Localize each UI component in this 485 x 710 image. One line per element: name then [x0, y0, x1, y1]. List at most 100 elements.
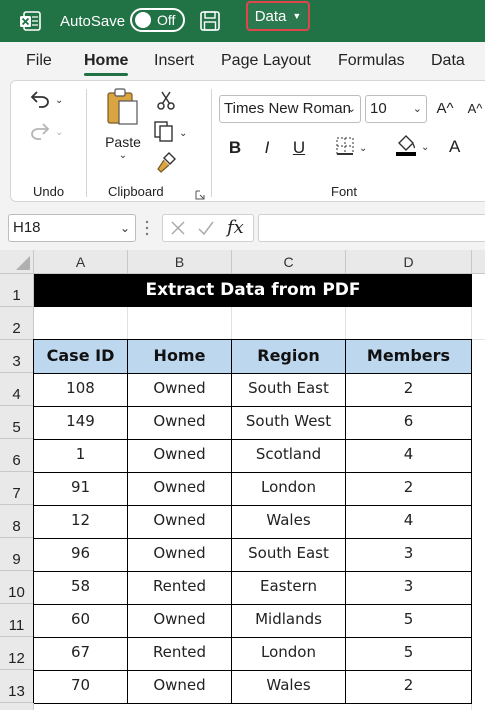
table-cell-case-id[interactable]: 91 [34, 473, 128, 506]
copy-button[interactable]: ⌄ [153, 120, 197, 145]
table-cell-home[interactable]: Owned [128, 407, 232, 440]
table-cell-case-id[interactable]: 58 [34, 572, 128, 605]
row-header[interactable]: 4 [0, 373, 34, 406]
table-cell-region[interactable]: London [232, 638, 346, 671]
table-cell-case-id[interactable]: 108 [34, 374, 128, 407]
tab-formulas[interactable]: Formulas [338, 42, 405, 80]
table-cell-case-id[interactable]: 12 [34, 506, 128, 539]
row-header[interactable]: 5 [0, 406, 34, 439]
table-cell-region[interactable]: South East [232, 374, 346, 407]
column-header-e[interactable] [472, 250, 485, 274]
select-all-corner[interactable] [0, 250, 34, 274]
spreadsheet-grid[interactable]: A B C D 1 2 3 4 5 6 7 8 9 10 11 12 13 Ex… [0, 250, 485, 710]
tab-data[interactable]: Data [431, 42, 465, 80]
table-cell-members[interactable]: 2 [346, 473, 472, 506]
table-header-home[interactable]: Home [128, 340, 232, 374]
column-header-b[interactable]: B [128, 250, 232, 274]
table-cell-case-id[interactable]: 1 [34, 440, 128, 473]
table-header-region[interactable]: Region [232, 340, 346, 374]
table-cell-home[interactable]: Owned [128, 374, 232, 407]
bold-button[interactable]: B [221, 135, 249, 161]
autosave-toggle[interactable]: Off [130, 8, 185, 32]
table-cell-region[interactable]: London [232, 473, 346, 506]
table-cell-case-id[interactable]: 67 [34, 638, 128, 671]
gridline [127, 307, 128, 340]
table-cell-region[interactable]: South West [232, 407, 346, 440]
table-cell-case-id[interactable]: 96 [34, 539, 128, 572]
font-color-button[interactable]: A [449, 133, 485, 161]
table-cell-home[interactable]: Owned [128, 605, 232, 638]
paste-button[interactable]: Paste ⌄ [99, 87, 147, 167]
more-options-icon[interactable] [145, 220, 151, 236]
row-header[interactable] [0, 703, 34, 710]
row-header[interactable]: 13 [0, 670, 34, 703]
table-cell-region[interactable]: Eastern [232, 572, 346, 605]
decrease-font-size-button[interactable]: A^ [461, 95, 485, 121]
table-cell-home[interactable]: Owned [128, 506, 232, 539]
row-header[interactable]: 3 [0, 340, 34, 373]
row-header[interactable]: 9 [0, 538, 34, 571]
row-header[interactable]: 10 [0, 571, 34, 604]
table-cell-home[interactable]: Rented [128, 638, 232, 671]
font-size-select[interactable]: 10 ⌄ [365, 95, 427, 123]
tab-insert[interactable]: Insert [154, 42, 194, 80]
redo-button[interactable]: ⌄ [29, 119, 73, 145]
table-cell-members[interactable]: 6 [346, 407, 472, 440]
tab-home[interactable]: Home [84, 42, 129, 80]
row-header[interactable]: 6 [0, 439, 34, 472]
cancel-icon[interactable] [169, 219, 187, 246]
format-painter-button[interactable] [155, 151, 179, 175]
table-cell-region[interactable]: Wales [232, 506, 346, 539]
row-header[interactable]: 12 [0, 637, 34, 670]
tab-file[interactable]: File [26, 42, 52, 80]
fill-color-button[interactable]: ⌄ [395, 133, 443, 161]
table-cell-members[interactable]: 3 [346, 539, 472, 572]
table-cell-region[interactable]: Wales [232, 671, 346, 704]
table-cell-home[interactable]: Owned [128, 539, 232, 572]
row-header[interactable]: 8 [0, 505, 34, 538]
name-box[interactable]: H18 ⌄ [8, 214, 136, 242]
undo-button[interactable]: ⌄ [29, 87, 73, 113]
table-cell-members[interactable]: 2 [346, 671, 472, 704]
row-header[interactable]: 2 [0, 307, 34, 340]
italic-button[interactable]: I [253, 135, 281, 161]
table-cell-members[interactable]: 4 [346, 506, 472, 539]
table-cell-members[interactable]: 5 [346, 638, 472, 671]
table-cell-region[interactable]: South East [232, 539, 346, 572]
row-header[interactable]: 7 [0, 472, 34, 505]
column-header-c[interactable]: C [232, 250, 346, 274]
save-icon[interactable] [198, 9, 222, 33]
row-header[interactable]: 1 [0, 274, 34, 307]
enter-icon[interactable] [197, 219, 215, 246]
table-header-members[interactable]: Members [346, 340, 472, 374]
table-cell-members[interactable]: 5 [346, 605, 472, 638]
table-cell-region[interactable]: Scotland [232, 440, 346, 473]
data-dropdown-button[interactable]: Data ▼ [246, 1, 310, 31]
column-header-a[interactable]: A [34, 250, 128, 274]
table-cell-home[interactable]: Owned [128, 473, 232, 506]
table-cell-members[interactable]: 3 [346, 572, 472, 605]
row-header[interactable]: 11 [0, 604, 34, 637]
table-cell-members[interactable]: 2 [346, 374, 472, 407]
font-name-select[interactable]: Times New Roman ⌄ [219, 95, 361, 123]
table-cell-home[interactable]: Owned [128, 671, 232, 704]
increase-font-size-button[interactable]: A^ [431, 95, 459, 121]
table-cell-region[interactable]: Midlands [232, 605, 346, 638]
dialog-launcher-icon[interactable] [195, 187, 205, 200]
cut-button[interactable] [155, 89, 179, 113]
table-cell-members[interactable]: 4 [346, 440, 472, 473]
table-cell-case-id[interactable]: 60 [34, 605, 128, 638]
table-cell-case-id[interactable]: 70 [34, 671, 128, 704]
insert-function-icon[interactable]: fx [227, 215, 244, 241]
table-header-case-id[interactable]: Case ID [34, 340, 128, 374]
borders-button[interactable]: ⌄ [335, 135, 383, 161]
underline-button[interactable]: U [285, 135, 313, 161]
formula-input[interactable] [258, 214, 485, 242]
column-header-d[interactable]: D [346, 250, 472, 274]
table-cell-home[interactable]: Rented [128, 572, 232, 605]
sheet-title-cell[interactable]: Extract Data from PDF [34, 274, 472, 307]
tab-page-layout[interactable]: Page Layout [221, 42, 311, 80]
table-cell-home[interactable]: Owned [128, 440, 232, 473]
table-cell-case-id[interactable]: 149 [34, 407, 128, 440]
autosave-state: Off [157, 12, 176, 28]
